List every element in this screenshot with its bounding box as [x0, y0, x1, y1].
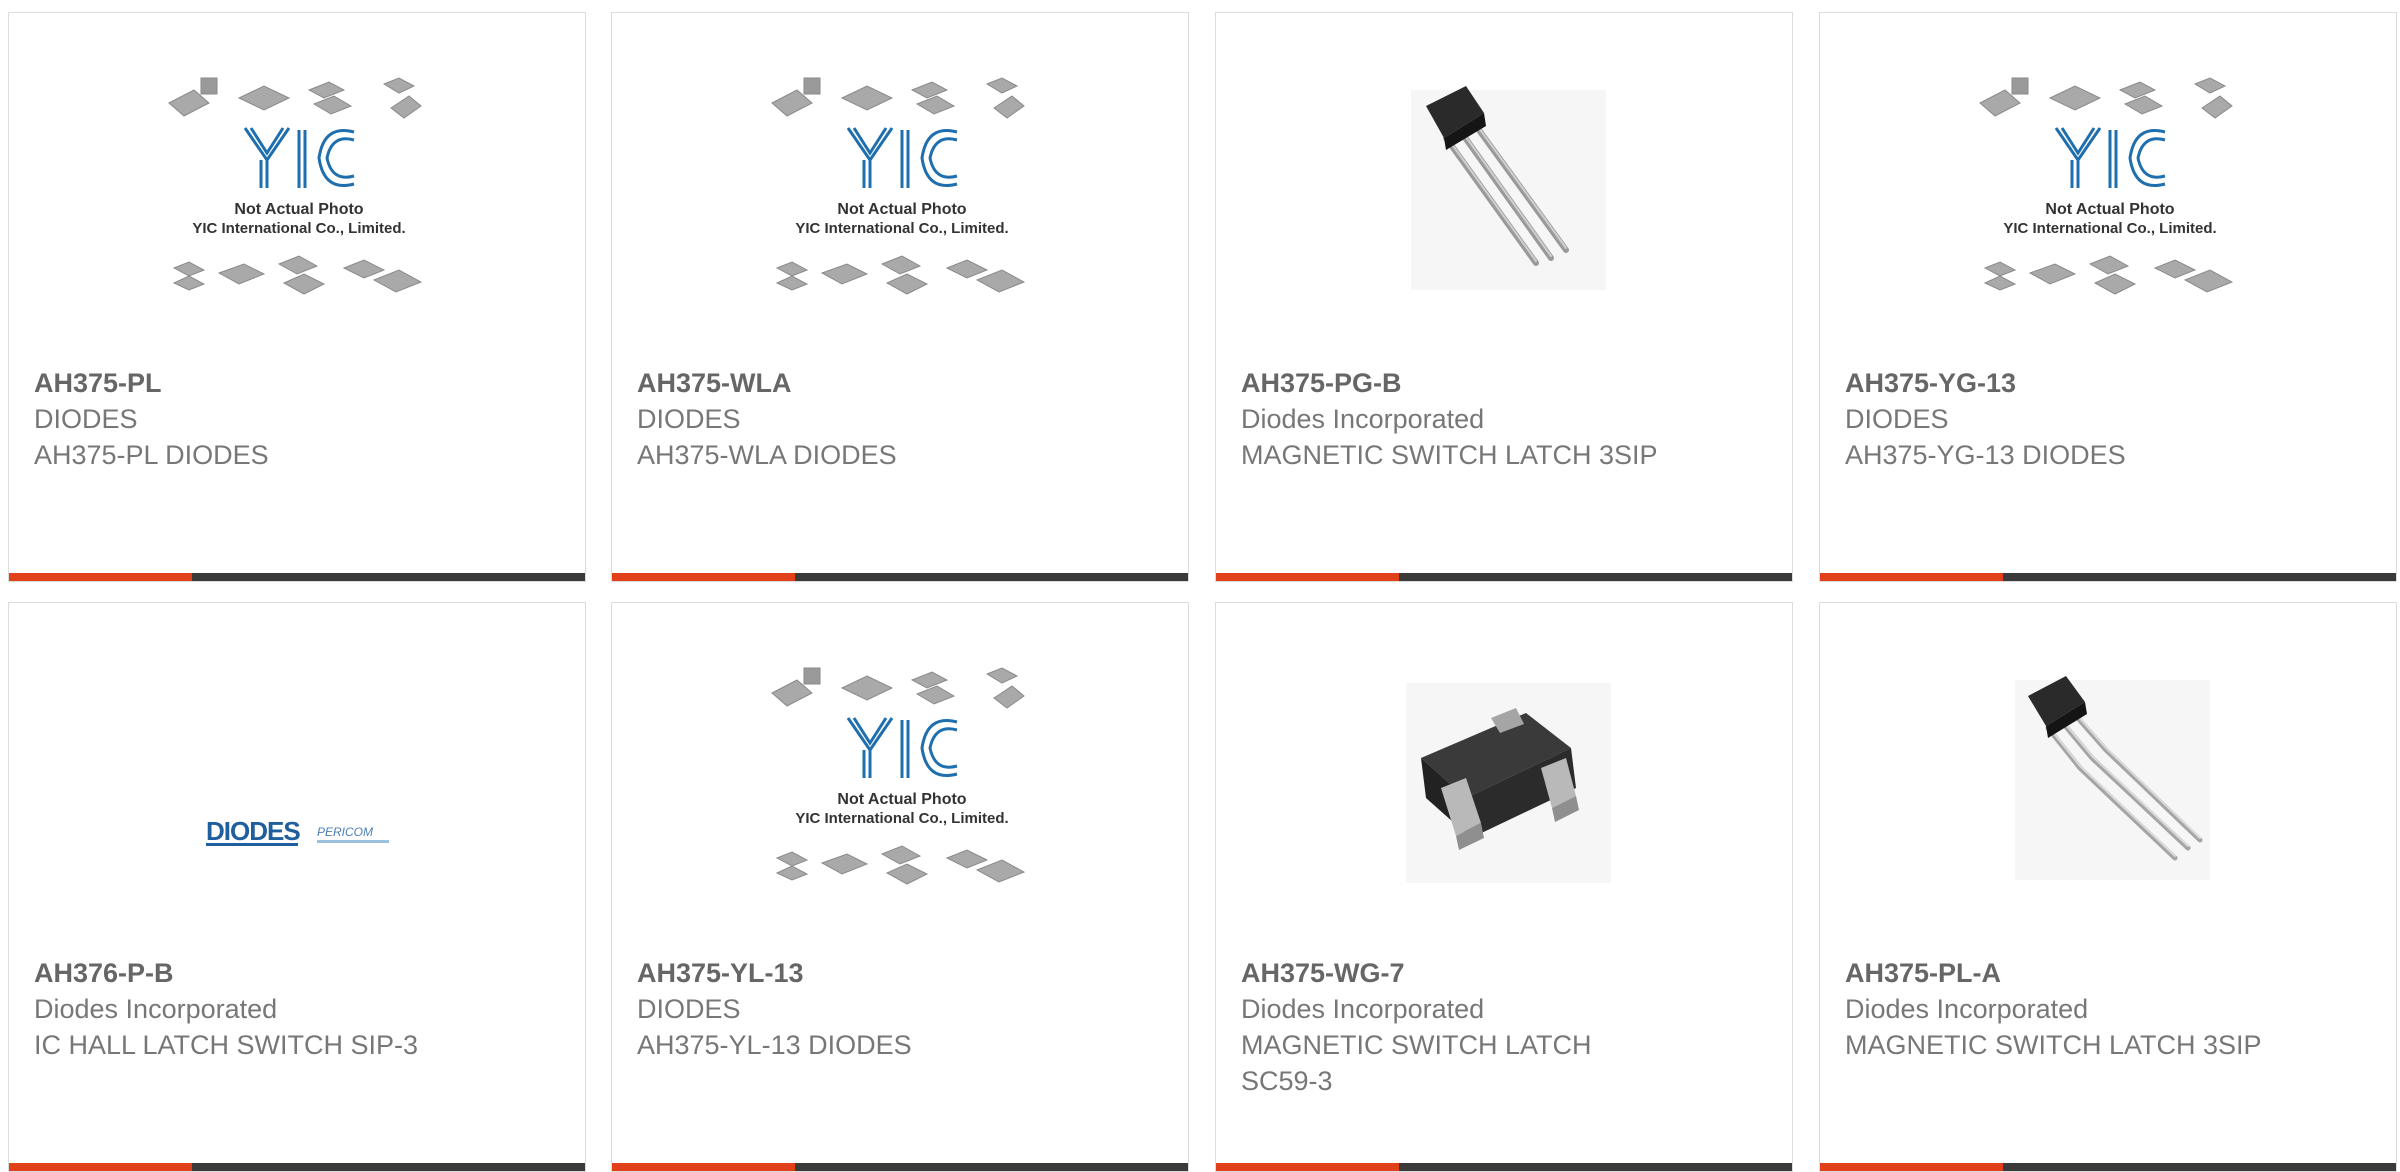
part-number[interactable]: AH375-PG-B — [1241, 365, 1772, 401]
part-number[interactable]: AH375-WLA — [637, 365, 1168, 401]
placeholder-line2: YIC International Co., Limited. — [2003, 220, 2216, 237]
manufacturer: Diodes Incorporated — [1241, 404, 1485, 434]
product-card[interactable]: AH375-PG-B Diodes Incorporated MAGNETIC … — [1215, 12, 1793, 582]
product-card[interactable]: Not Actual Photo YIC International Co., … — [8, 12, 586, 582]
manufacturer: Diodes Incorporated — [1241, 994, 1485, 1024]
card-accent-bar — [612, 573, 1188, 581]
part-number[interactable]: AH375-PL-A — [1845, 955, 2376, 991]
placeholder-line2: YIC International Co., Limited. — [192, 220, 405, 237]
placeholder-line2: YIC International Co., Limited. — [795, 220, 1008, 237]
product-card[interactable]: DIODES PERICOM AH376-P-B Diodes Incorpor… — [8, 602, 586, 1172]
part-number[interactable]: AH375-PL — [34, 365, 565, 401]
placeholder-line2: YIC International Co., Limited. — [795, 810, 1008, 827]
placeholder-line1: Not Actual Photo — [837, 791, 966, 808]
manufacturer: Diodes Incorporated — [34, 994, 278, 1024]
sc59-component-image — [1366, 658, 1646, 948]
description: AH375-PL DIODES — [34, 440, 269, 470]
yic-placeholder-image: Not Actual Photo YIC International Co., … — [762, 658, 1042, 948]
description: AH375-WLA DIODES — [637, 440, 897, 470]
manufacturer: Diodes Incorporated — [1845, 994, 2089, 1024]
diodes-logo-image: DIODES PERICOM — [159, 658, 439, 948]
placeholder-line1: Not Actual Photo — [837, 201, 966, 218]
product-card[interactable]: Not Actual Photo YIC International Co., … — [611, 12, 1189, 582]
card-accent-bar — [1216, 1163, 1792, 1171]
description: AH375-YL-13 DIODES — [637, 1030, 912, 1060]
card-accent-bar — [1820, 1163, 2396, 1171]
pericom-text: PERICOM — [317, 825, 373, 839]
manufacturer: DIODES — [637, 404, 741, 434]
card-accent-bar — [1216, 573, 1792, 581]
card-accent-bar — [9, 573, 585, 581]
product-card[interactable]: AH375-PL-A Diodes Incorporated MAGNETIC … — [1819, 602, 2397, 1172]
description: MAGNETIC SWITCH LATCH 3SIP — [1241, 440, 1658, 470]
part-number[interactable]: AH375-WG-7 — [1241, 955, 1772, 991]
sip3-component-image — [1366, 68, 1646, 358]
yic-placeholder-image: Not Actual Photo YIC International Co., … — [1970, 68, 2250, 358]
manufacturer: DIODES — [637, 994, 741, 1024]
description: IC HALL LATCH SWITCH SIP-3 — [34, 1030, 419, 1060]
description: AH375-YG-13 DIODES — [1845, 440, 2126, 470]
product-card[interactable]: Not Actual Photo YIC International Co., … — [611, 602, 1189, 1172]
part-number[interactable]: AH375-YL-13 — [637, 955, 1168, 991]
yic-placeholder-image: Not Actual Photo YIC International Co., … — [159, 68, 439, 358]
card-accent-bar — [612, 1163, 1188, 1171]
description: MAGNETIC SWITCH LATCH SC59-3 — [1241, 1030, 1592, 1096]
manufacturer: DIODES — [34, 404, 138, 434]
product-card[interactable]: Not Actual Photo YIC International Co., … — [1819, 12, 2397, 582]
card-accent-bar — [9, 1163, 585, 1171]
product-card[interactable]: AH375-WG-7 Diodes Incorporated MAGNETIC … — [1215, 602, 1793, 1172]
card-accent-bar — [1820, 573, 2396, 581]
manufacturer: DIODES — [1845, 404, 1949, 434]
placeholder-line1: Not Actual Photo — [234, 201, 363, 218]
placeholder-line1: Not Actual Photo — [2045, 201, 2174, 218]
product-grid: Not Actual Photo YIC International Co., … — [0, 0, 2400, 1172]
part-number[interactable]: AH376-P-B — [34, 955, 565, 991]
yic-placeholder-image: Not Actual Photo YIC International Co., … — [762, 68, 1042, 358]
description: MAGNETIC SWITCH LATCH 3SIP — [1845, 1030, 2262, 1060]
sip3-component-image — [1970, 658, 2250, 948]
diodes-brand-text: DIODES — [206, 816, 300, 846]
part-number[interactable]: AH375-YG-13 — [1845, 365, 2376, 401]
